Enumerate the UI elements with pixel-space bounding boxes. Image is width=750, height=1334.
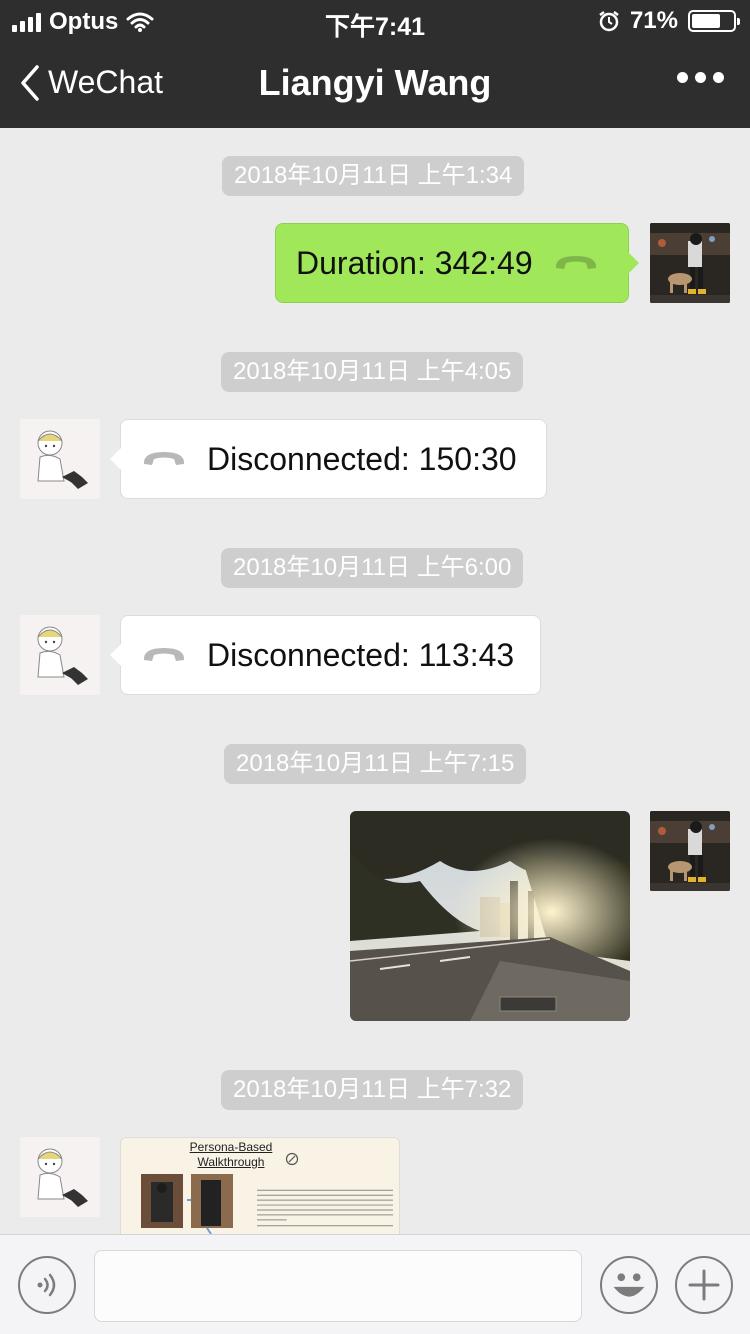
timestamp: 2018年10月11日 上午6:00: [221, 548, 524, 588]
call-bubble-outgoing[interactable]: Duration: 342:49: [275, 223, 639, 303]
compass-icon: [285, 1152, 299, 1166]
call-bubble-incoming[interactable]: Disconnected: 150:30: [110, 419, 547, 499]
timestamp: 2018年10月11日 上午7:32: [221, 1070, 524, 1110]
avatar-self[interactable]: [650, 811, 730, 891]
call-bubble-incoming[interactable]: Disconnected: 113:43: [110, 615, 541, 695]
input-bar: [0, 1234, 750, 1334]
battery-percent: 71%: [629, 7, 678, 34]
more-dots-icon[interactable]: [677, 72, 724, 83]
call-duration-text: Duration: 342:49: [296, 244, 533, 281]
document-title-line2: Walkthrough: [197, 1155, 265, 1169]
voice-icon: [37, 1273, 56, 1297]
phone-handset-icon: [143, 648, 185, 661]
document-message[interactable]: Persona-Based Walkthrough: [120, 1137, 400, 1234]
battery-icon: [688, 10, 740, 32]
timestamp: 2018年10月11日 上午7:15: [224, 744, 527, 784]
avatar-cartoon: [20, 615, 100, 695]
avatar-photo: [650, 811, 730, 891]
emoji-icon: [613, 1273, 645, 1297]
avatar-contact[interactable]: [20, 1137, 100, 1217]
status-right: 71%: [598, 7, 740, 35]
plus-icon: [688, 1269, 720, 1301]
battery-fill: [692, 14, 721, 28]
street-photo: [350, 811, 630, 1021]
voice-button[interactable]: [18, 1256, 76, 1314]
message-input[interactable]: [94, 1250, 582, 1322]
avatar-photo: [650, 223, 730, 303]
image-message[interactable]: [350, 811, 630, 1021]
nav-bar: WeChat Liangyi Wang: [0, 42, 750, 128]
phone-handset-icon: [555, 256, 596, 269]
avatar-self[interactable]: [650, 223, 730, 303]
avatar-cartoon: [20, 419, 100, 499]
avatar-contact[interactable]: [20, 615, 100, 695]
phone-handset-icon: [143, 452, 185, 465]
document-text-lines: [257, 1189, 394, 1227]
alarm-icon: [599, 11, 619, 32]
avatar-cartoon: [20, 1137, 100, 1217]
avatar-contact[interactable]: [20, 419, 100, 499]
top-bar: Optus 下午7:41 71% WeChat Liangyi Wang: [0, 0, 750, 128]
emoji-button[interactable]: [600, 1256, 658, 1314]
document-title-line1: Persona-Based: [189, 1140, 273, 1154]
chat-title: Liangyi Wang: [258, 62, 492, 103]
status-bar: Optus 下午7:41 71%: [0, 0, 750, 42]
timestamp: 2018年10月11日 上午1:34: [222, 156, 525, 196]
document-thumbnail: [141, 1174, 233, 1234]
call-status-text: Disconnected: 113:43: [207, 636, 515, 673]
timestamp: 2018年10月11日 上午4:05: [221, 352, 524, 392]
add-button[interactable]: [675, 1256, 733, 1314]
chat-area[interactable]: 2018年10月11日 上午1:34 Duration: 342:49 2018…: [0, 128, 750, 1234]
call-status-text: Disconnected: 150:30: [207, 440, 517, 477]
